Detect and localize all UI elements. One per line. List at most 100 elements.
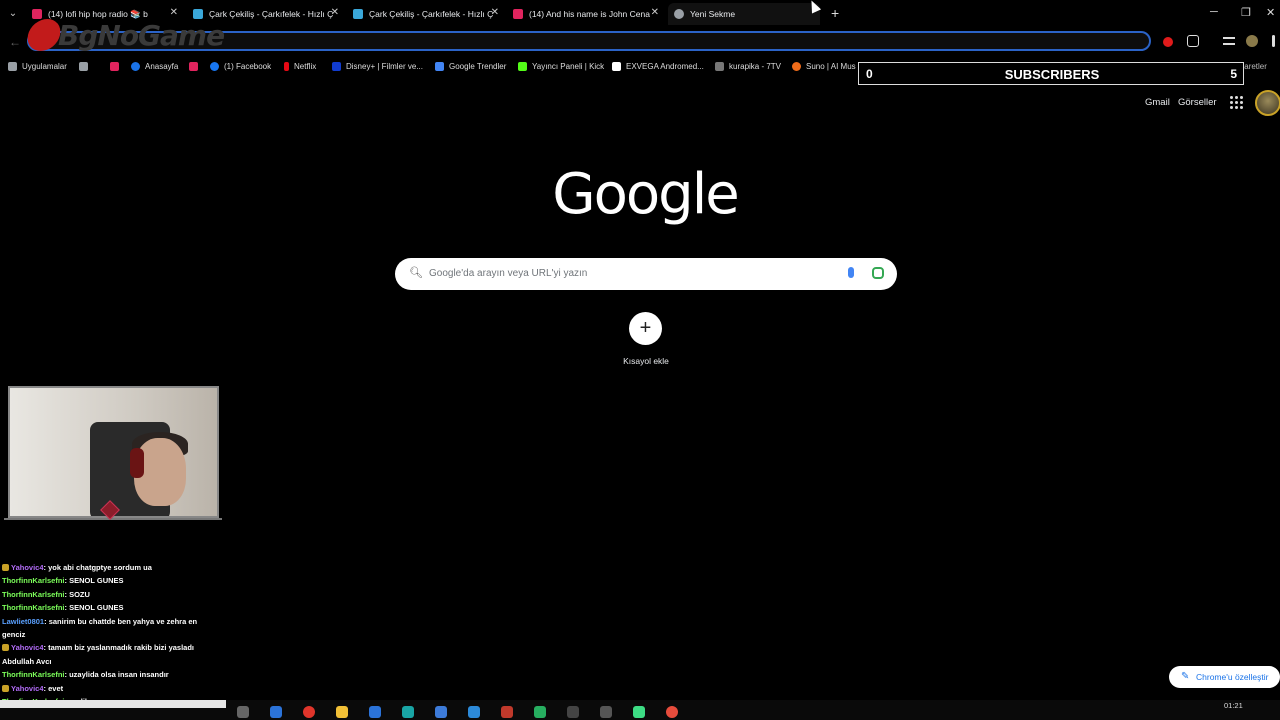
images-link[interactable]: Görseller: [1178, 97, 1217, 108]
app-icon-4[interactable]: [468, 706, 480, 718]
tab-search-chevron-icon[interactable]: ⌄: [4, 5, 22, 23]
customize-label: Chrome'u özelleştir: [1196, 672, 1269, 682]
sub-badge-icon: [2, 564, 9, 571]
file-explorer-icon[interactable]: [336, 706, 348, 718]
search-icon: 🔍︎: [409, 267, 423, 279]
chat-text: : SENOL GUNES: [64, 603, 124, 613]
7tv-icon: [715, 62, 724, 71]
close-tab-icon[interactable]: ✕: [491, 7, 499, 18]
chrome-icon: [674, 9, 684, 19]
bookmark-suno[interactable]: Suno | AI Musi: [792, 62, 856, 71]
bookmark-label: Netflix: [294, 62, 317, 71]
youtube-icon: [110, 62, 119, 71]
kick-icon: [518, 62, 527, 71]
microphone-icon[interactable]: [848, 267, 854, 278]
chat-message: Lawliet0801: sanirim bu chattde ben yahy…: [2, 615, 222, 642]
subscribers-start-value: 0: [866, 67, 873, 81]
webcam-overlay: [8, 386, 219, 518]
chat-text: : evet: [43, 683, 64, 693]
google-apps-icon[interactable]: [1230, 96, 1243, 109]
bookmark-exvega[interactable]: EXVEGA Andromed...: [612, 62, 704, 71]
back-arrow-icon[interactable]: ←: [9, 35, 21, 49]
bookmark-google-trends[interactable]: Google Trendler: [435, 62, 506, 71]
profile-icon[interactable]: [1246, 35, 1258, 47]
bookmark-kick[interactable]: Yayıncı Paneli | Kick: [518, 62, 604, 71]
headphones-icon: [130, 448, 144, 478]
bookmark-label: Yayıncı Paneli | Kick: [532, 62, 605, 71]
subscribers-label: SUBSCRIBERS: [1004, 67, 1100, 82]
trends-icon: [435, 62, 444, 71]
bookmark-7tv[interactable]: kurapika - 7TV: [715, 62, 781, 71]
app-icon-10[interactable]: [666, 706, 678, 718]
app-icon-1[interactable]: [369, 706, 381, 718]
add-shortcut-button[interactable]: +: [629, 312, 662, 345]
bookmark-apps[interactable]: Uygulamalar: [8, 62, 67, 71]
chat-text: : SENOL GUNES: [64, 576, 124, 586]
suno-icon: [792, 62, 801, 71]
close-tab-icon[interactable]: ✕: [651, 7, 659, 18]
cark-icon: [353, 9, 363, 19]
chat-username: Yahovic4: [11, 563, 44, 572]
bookmark-label: (1) Facebook: [224, 62, 272, 71]
grid-icon: [79, 62, 88, 71]
stream-chat: Yahovic4: yok abi chatgptye sordum ua Tho…: [2, 561, 222, 720]
extension-icon[interactable]: [1163, 37, 1173, 47]
account-avatar[interactable]: [1255, 90, 1280, 116]
bookmark-anasayfa[interactable]: Anasayfa: [131, 62, 178, 71]
bookmark-facebook[interactable]: (1) Facebook: [210, 62, 271, 71]
tab-cark-2[interactable]: Çark Çekiliş - Çarkıfelek - Hızlı Ç ✕: [353, 3, 501, 25]
stream-logo-text: BgNoGame: [58, 18, 225, 52]
close-tab-icon[interactable]: ✕: [170, 7, 178, 18]
bookmark-label: Google Trendler: [449, 62, 507, 71]
app-icon-8[interactable]: [600, 706, 612, 718]
bookmark-label: Disney+ | Filmler ve...: [346, 62, 423, 71]
chat-username: Yahovic4: [11, 643, 44, 653]
stream-logo-overlay: BgNoGame: [24, 18, 225, 52]
sub-badge-icon: [2, 684, 9, 692]
gmail-link[interactable]: Gmail: [1145, 97, 1170, 108]
chrome-taskbar-icon[interactable]: [303, 706, 315, 718]
app-icon-9[interactable]: [633, 706, 645, 718]
menu-kebab-icon[interactable]: [1272, 35, 1275, 47]
youtube-icon: [513, 9, 523, 19]
app-icon-6[interactable]: [534, 706, 546, 718]
add-shortcut-label: Kısayol ekle: [623, 356, 669, 366]
chat-username: ThorfinnKarlsefni: [2, 603, 65, 613]
taskbar-search-field[interactable]: [0, 700, 226, 708]
pencil-icon: ✎: [1181, 671, 1190, 682]
close-window-icon[interactable]: ✕: [1266, 6, 1275, 19]
tab-john-cena[interactable]: (14) And his name is John Cena ✕: [513, 3, 661, 25]
close-tab-icon[interactable]: ✕: [331, 7, 339, 18]
app-icon-2[interactable]: [402, 706, 414, 718]
app-icon-5[interactable]: [501, 706, 513, 718]
extensions-puzzle-icon[interactable]: [1187, 35, 1199, 47]
bookmark-youtube[interactable]: [110, 62, 124, 71]
task-view-icon[interactable]: [237, 706, 249, 718]
chat-username: ThorfinnKarlsefni: [2, 576, 65, 586]
bookmark-youtube-2[interactable]: [189, 62, 203, 71]
tab-new-tab[interactable]: Yeni Sekme: [668, 3, 820, 25]
chat-message: ThorfinnKarlsefni: SENOL GUNES: [2, 601, 222, 614]
reading-list-icon[interactable]: [1223, 37, 1235, 45]
app-icon-7[interactable]: [567, 706, 579, 718]
chat-username: ThorfinnKarlsefni: [2, 589, 65, 599]
app-icon-3[interactable]: [435, 706, 447, 718]
apps-grid-icon: [8, 62, 17, 71]
search-box[interactable]: 🔍︎ Google'da arayın veya URL'yi yazın: [395, 258, 897, 290]
disney-icon: [332, 62, 341, 71]
bookmark-netflix[interactable]: Netflix: [284, 62, 316, 71]
customize-chrome-button[interactable]: ✎ Chrome'u özelleştir: [1169, 666, 1280, 688]
bookmark-label: Anasayfa: [145, 62, 179, 71]
anasayfa-icon: [131, 62, 140, 71]
minimize-icon[interactable]: ─: [1210, 6, 1218, 18]
edge-icon[interactable]: [270, 706, 282, 718]
system-clock: 01:21: [1224, 701, 1243, 710]
taskbar: 01:21: [0, 700, 1280, 720]
google-lens-icon[interactable]: [872, 267, 884, 279]
chat-message: Yahovic4: tamam biz yaslanmadık rakib bi…: [2, 641, 222, 668]
bookmark-grid[interactable]: [79, 62, 93, 71]
search-placeholder: Google'da arayın veya URL'yi yazın: [429, 268, 588, 279]
restore-icon[interactable]: ❐: [1241, 6, 1251, 19]
new-tab-button[interactable]: +: [831, 5, 839, 21]
bookmark-disney[interactable]: Disney+ | Filmler ve...: [332, 62, 423, 71]
